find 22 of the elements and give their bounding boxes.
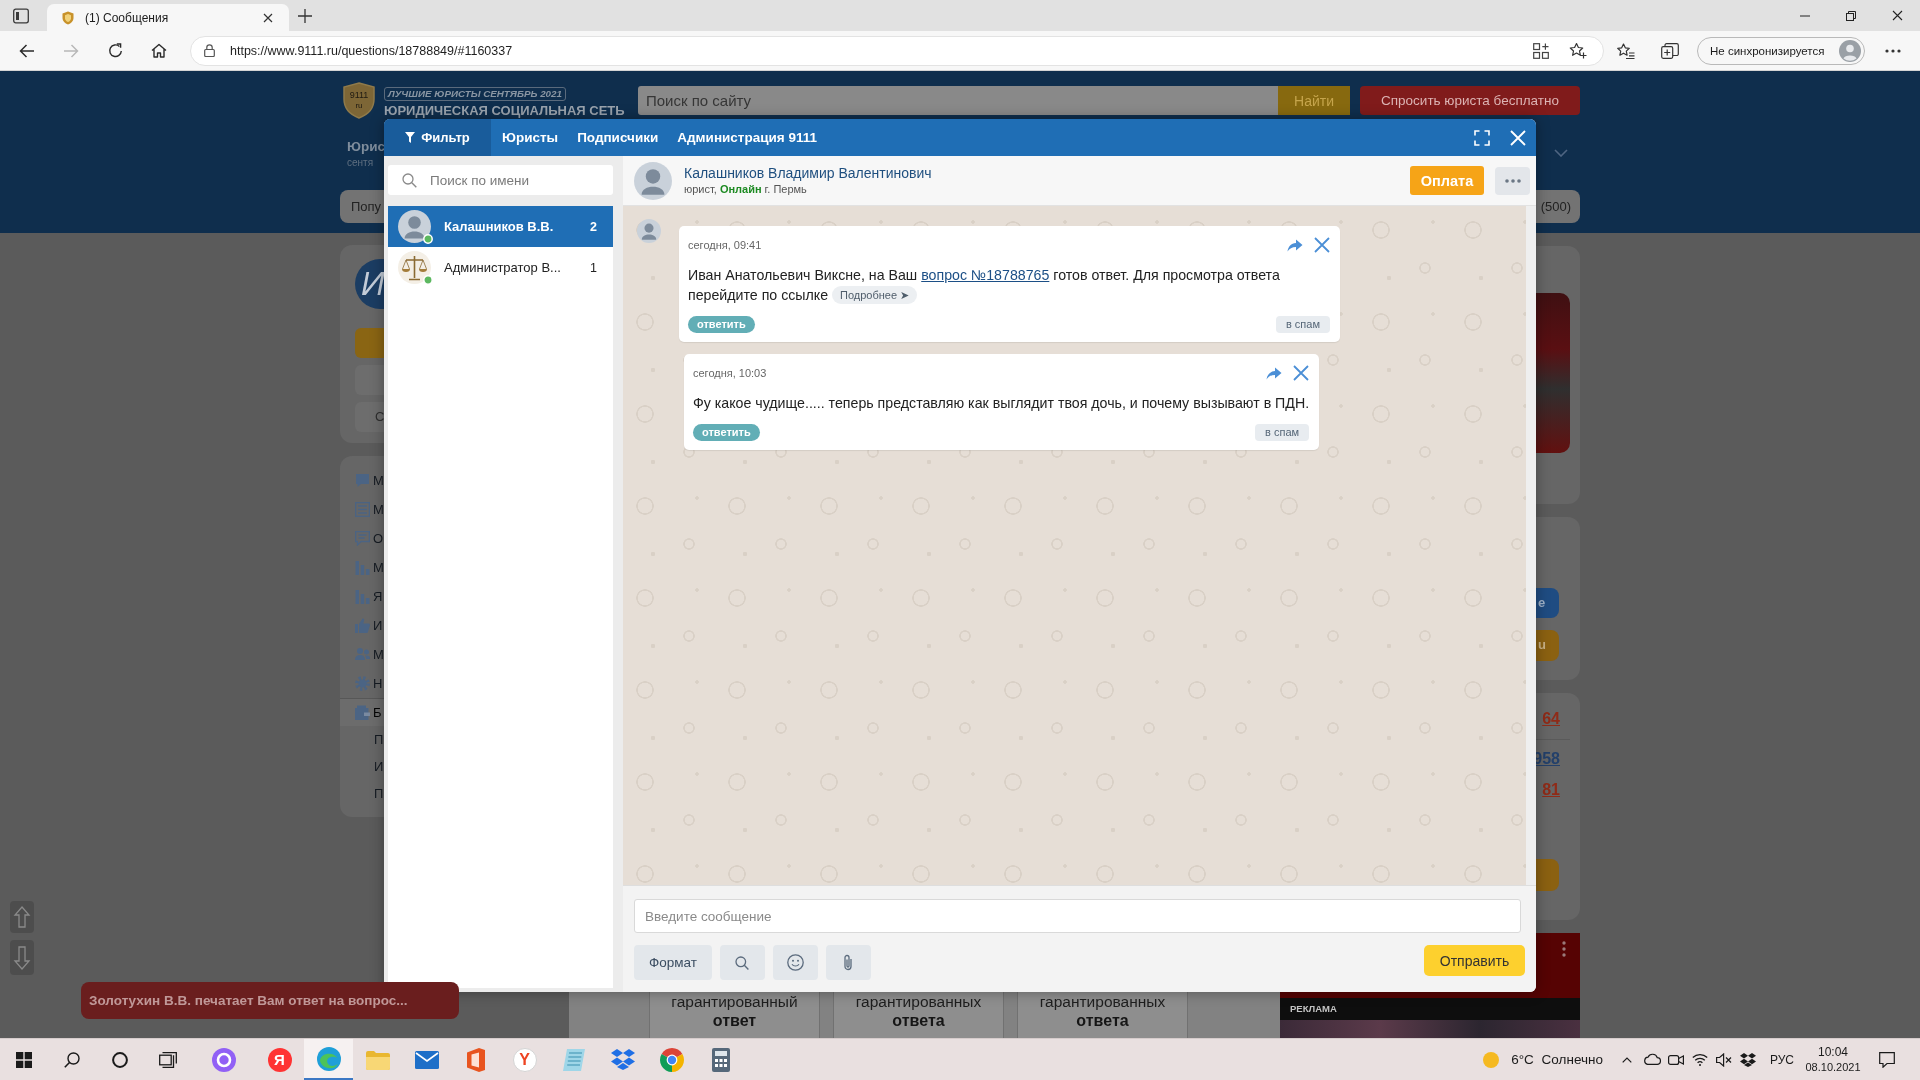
guarantee-value: ответ [712, 1011, 757, 1030]
guarantee-label: гарантированный [671, 992, 798, 1011]
site-badge: ЛУЧШИЕ ЮРИСТЫ СЕНТЯБРЬ 2021 [384, 87, 566, 101]
contact-city: г. Пермь [764, 182, 807, 196]
guarantee-label: гарантированных [855, 992, 982, 1011]
page-subheading: сентя [347, 157, 375, 169]
message-text: Иван Анатольевич Виксне, на Ваш вопрос №18788765 готов ответ. Для просмотра ответа перейдите по ссылке Подробнее ➤ [688, 266, 1281, 305]
message-time: сегодня, 09:41 [688, 239, 762, 251]
message-time: сегодня, 10:03 [693, 367, 767, 379]
letter-logo: Я [267, 1047, 292, 1072]
page-heading: Юрис [347, 139, 385, 155]
site-title: ЮРИДИЧЕСКАЯ СОЦИАЛЬНАЯ СЕТЬ [384, 103, 625, 119]
typing-toast: Золотухин В.В. печатает Вам ответ на вопрос... [81, 982, 459, 1019]
avatar-letter: И [355, 259, 384, 309]
guarantee-value: ответа [1076, 1011, 1129, 1030]
online-status: Онлайн [719, 182, 762, 196]
ad-label: РЕКЛАМА [1290, 1003, 1337, 1014]
guarantee-label: гарантированных [1039, 992, 1166, 1011]
letter-logo: Y [512, 1047, 537, 1072]
guarantee-value: ответа [892, 1011, 945, 1030]
message-text: Фу какое чудище..... теперь представляю как выглядит твоя дочь, и почему вызывают в ПДН. [693, 394, 1310, 413]
contact-role: юрист, [684, 182, 717, 196]
